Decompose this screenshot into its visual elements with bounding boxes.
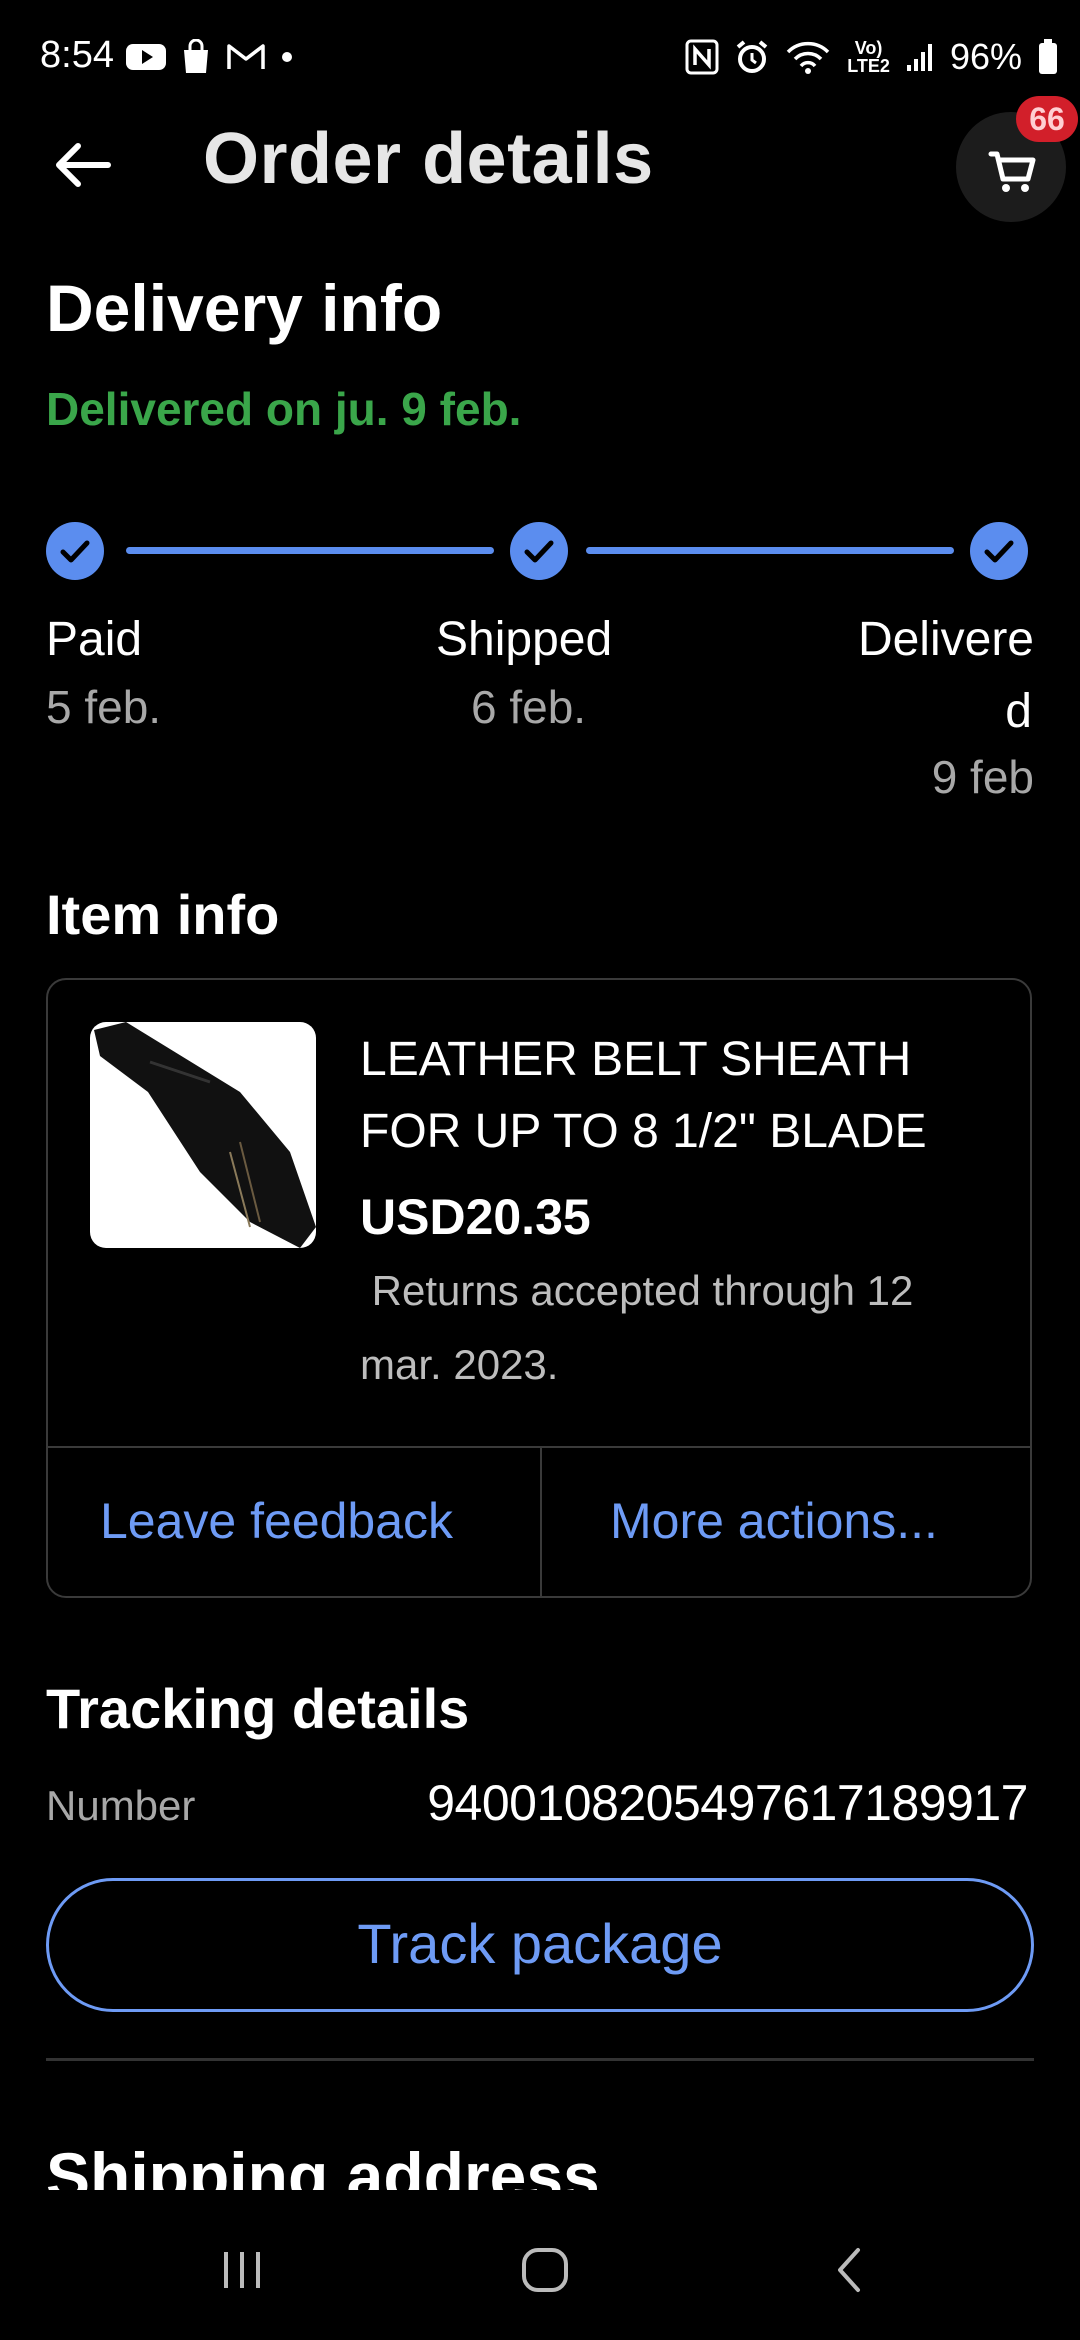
card-actions-divider [540, 1446, 542, 1596]
nav-back-icon [838, 2248, 860, 2292]
step-paid-date: 5 feb. [46, 681, 162, 733]
knife-sheath-image [94, 1022, 316, 1248]
step-delivered-date: 9 feb [931, 751, 1034, 803]
status-notification-icons [126, 34, 294, 80]
tracking-number: 9400108205497617189917 [427, 1775, 1028, 1831]
step-delivered-label: Delivere [857, 613, 1034, 666]
status-time: 8:54 [40, 34, 114, 76]
nav-back-button[interactable] [820, 2240, 880, 2300]
more-notifications-dot-icon [282, 52, 292, 62]
cart-count-badge: 66 [1016, 96, 1078, 142]
check-icon [60, 540, 90, 563]
progress-line-2 [586, 547, 954, 554]
delivery-status: Delivered on ju. 9 feb. [46, 383, 522, 435]
tracking-number-label: Number [46, 1782, 196, 1829]
track-package-button[interactable]: Track package [46, 1878, 1034, 2012]
delivery-info-heading: Delivery info [46, 271, 443, 345]
item-info-heading: Item info [46, 883, 280, 946]
shopping-bag-icon [184, 39, 208, 73]
page-title: Order details [203, 119, 654, 199]
check-icon [524, 540, 554, 563]
battery-percent: 96% [949, 36, 1022, 77]
lte-indicator: Vo) LTE2 [847, 38, 890, 76]
step-shipped-dot [510, 522, 568, 580]
nav-recents-icon [224, 2252, 260, 2288]
youtube-icon [126, 44, 166, 70]
tracking-details-heading: Tracking details [46, 1677, 470, 1740]
lte-label: LTE2 [847, 56, 890, 76]
item-thumbnail[interactable] [90, 1022, 316, 1248]
signal-icon [906, 44, 932, 71]
alarm-icon [736, 40, 768, 73]
item-returns-note: Returns accepted through 12 mar. 2023. [360, 1267, 926, 1388]
wifi-icon [787, 41, 830, 74]
shipping-address-heading: Shipping address [46, 2139, 600, 2194]
nav-home-icon [522, 2248, 568, 2292]
progress-line-1 [126, 547, 494, 554]
nav-recents-button[interactable] [212, 2240, 272, 2300]
step-delivered-dot [970, 522, 1028, 580]
card-divider [46, 1446, 1032, 1448]
back-arrow-icon [56, 143, 111, 187]
step-paid-dot [46, 522, 104, 580]
status-system-icons: Vo) LTE2 96% [685, 32, 1058, 82]
step-delivered-label-cont: d [1005, 685, 1032, 738]
battery-icon [1039, 39, 1057, 74]
step-shipped-label: Shipped [436, 613, 613, 666]
nfc-icon [685, 39, 719, 75]
check-icon [984, 540, 1014, 563]
section-divider [46, 2058, 1034, 2061]
step-shipped-date: 6 feb. [471, 681, 587, 733]
item-price: USD20.35 [360, 1189, 591, 1245]
step-paid-label: Paid [46, 613, 143, 666]
more-actions-button[interactable]: More actions... [610, 1492, 938, 1550]
item-title[interactable]: LEATHER BELT SHEATH FOR UP TO 8 1/2" BLA… [360, 1024, 1000, 1168]
system-navigation-bar [0, 2190, 1080, 2340]
leave-feedback-button[interactable]: Leave feedback [100, 1492, 453, 1550]
gmail-icon [227, 44, 265, 69]
back-button[interactable] [48, 130, 118, 200]
nav-home-button[interactable] [510, 2240, 580, 2300]
